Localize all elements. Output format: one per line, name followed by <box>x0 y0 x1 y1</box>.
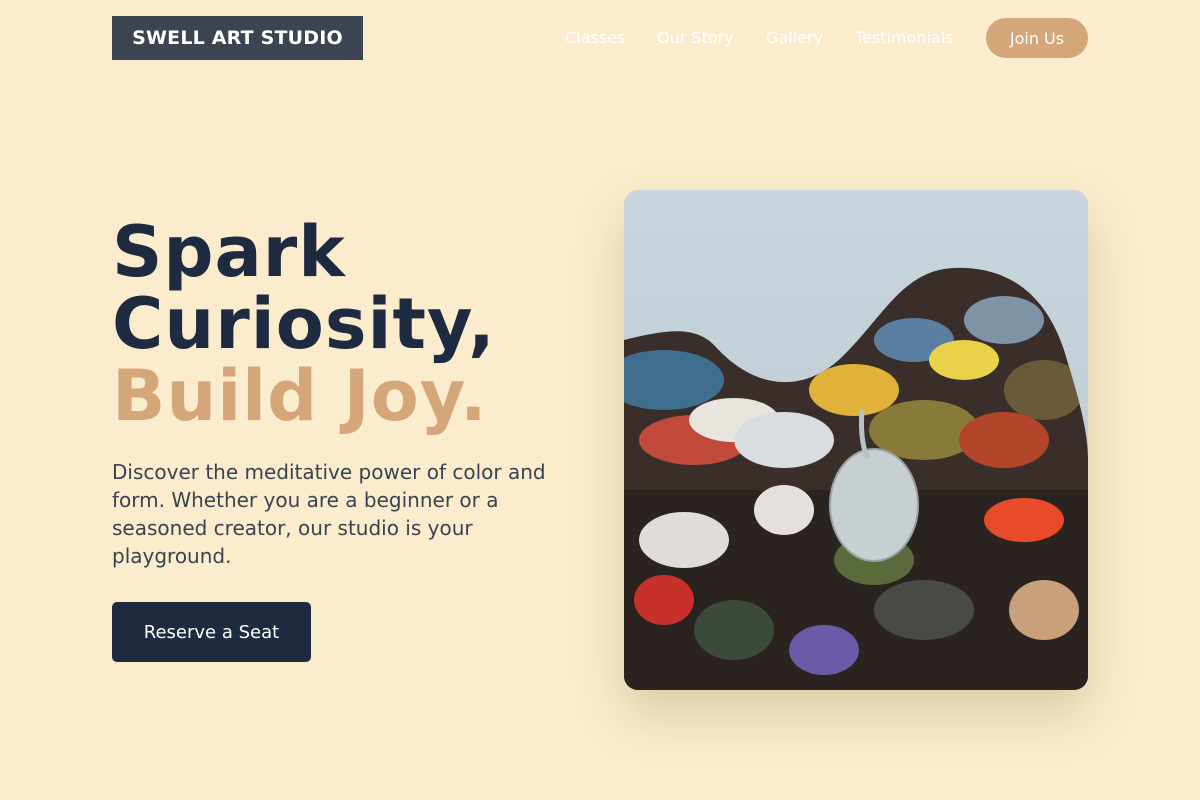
join-us-button[interactable]: Join Us <box>986 18 1088 58</box>
nav-link-testimonials[interactable]: Testimonials <box>855 28 954 47</box>
top-nav: Classes Our Story Gallery Testimonials J… <box>0 18 1200 58</box>
nav-link-our-story[interactable]: Our Story <box>657 28 734 47</box>
hero-description: Discover the meditative power of color a… <box>112 460 546 568</box>
headline-line-3: Build Joy. <box>112 355 488 437</box>
nav-link-gallery[interactable]: Gallery <box>766 28 823 47</box>
nav-link-classes[interactable]: Classes <box>565 28 625 47</box>
headline-line-1: Spark <box>112 211 346 293</box>
reserve-seat-button[interactable]: Reserve a Seat <box>112 602 311 662</box>
hero-image <box>624 190 1088 690</box>
headline-line-2: Curiosity, <box>112 283 496 365</box>
paint-palette-illustration <box>624 190 1088 690</box>
hero-headline: Spark Curiosity, Build Joy. <box>112 216 496 432</box>
